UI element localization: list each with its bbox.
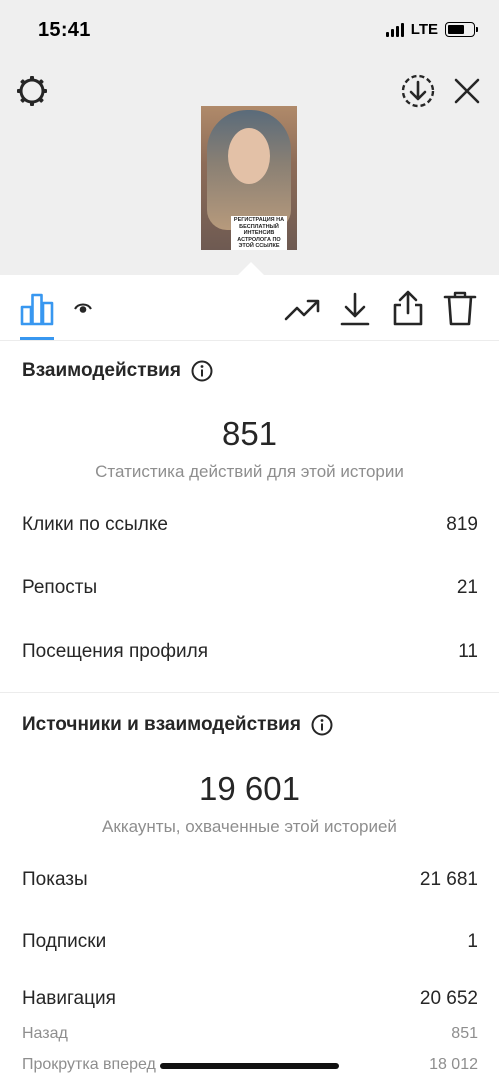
bar-chart-icon[interactable]: [20, 292, 54, 326]
eye-icon[interactable]: [74, 301, 92, 315]
settings-icon[interactable]: [14, 73, 50, 109]
stat-label: Репосты: [22, 577, 98, 598]
share-icon[interactable]: [390, 289, 426, 327]
download-circle-icon[interactable]: [400, 73, 436, 109]
stat-value: 11: [458, 641, 478, 662]
stat-label: Показы: [22, 869, 88, 890]
info-icon[interactable]: [311, 714, 333, 736]
home-indicator[interactable]: [160, 1063, 339, 1069]
trash-icon[interactable]: [442, 289, 478, 327]
discovery-total: 19 601: [199, 770, 300, 807]
stat-value: 819: [446, 514, 478, 535]
stat-row-reposts: Репосты 21: [22, 577, 478, 599]
stat-label: Навигация: [22, 988, 116, 1009]
stat-value: 18 012: [429, 1056, 478, 1073]
interactions-subtitle: Статистика действий для этой истории: [95, 462, 404, 481]
stat-value: 851: [451, 1025, 478, 1042]
stat-row-follows: Подписки 1: [22, 931, 478, 953]
interactions-total: 851: [221, 415, 278, 452]
thumbnail-pointer: [238, 262, 264, 275]
trending-up-icon[interactable]: [284, 294, 320, 324]
stat-label: Посещения профиля: [22, 641, 208, 662]
discovery-header: Источники и взаимодействия: [22, 714, 333, 736]
story-caption: РЕГИСТРАЦИЯ НА БЕСПЛАТНЫЙ ИНТЕНСИВ АСТРО…: [231, 216, 287, 250]
stat-row-link-clicks: Клики по ссылке 819: [22, 514, 478, 536]
section-divider: [0, 692, 499, 693]
stat-value: 1: [467, 931, 478, 952]
stat-value: 20 652: [419, 988, 478, 1009]
battery-icon: [445, 22, 478, 37]
stat-value: 21 681: [419, 869, 478, 890]
close-icon[interactable]: [450, 74, 484, 108]
download-icon[interactable]: [338, 291, 372, 327]
active-tab-indicator: [20, 337, 54, 340]
story-toolbar: [0, 275, 499, 341]
stat-label: Клики по ссылке: [22, 514, 168, 535]
info-icon[interactable]: [191, 360, 213, 382]
story-preview-header: 15:41 LTE РЕГИСТРАЦИЯ НА БЕСПЛАТНЫЙ ИНТЕ…: [0, 0, 499, 275]
network-type: LTE: [410, 21, 438, 38]
story-thumbnail[interactable]: РЕГИСТРАЦИЯ НА БЕСПЛАТНЫЙ ИНТЕНСИВ АСТРО…: [201, 106, 297, 250]
stat-subrow-back: Назад 851: [22, 1025, 478, 1043]
discovery-subtitle: Аккаунты, охваченные этой историей: [102, 817, 397, 836]
stat-label: Подписки: [22, 931, 107, 952]
status-indicators: LTE: [385, 21, 478, 38]
interactions-title: Взаимодействия: [22, 360, 181, 381]
stat-value: 21: [456, 577, 478, 598]
signal-icon: [385, 22, 404, 37]
stat-row-navigation: Навигация 20 652: [22, 988, 478, 1010]
status-time: 15:41: [38, 19, 91, 41]
stat-label: Прокрутка вперед: [22, 1056, 156, 1073]
discovery-title: Источники и взаимодействия: [22, 714, 301, 735]
stat-row-impressions: Показы 21 681: [22, 869, 478, 891]
interactions-header: Взаимодействия: [22, 360, 213, 382]
stat-row-profile-visits: Посещения профиля 11: [22, 641, 478, 663]
stat-label: Назад: [22, 1025, 68, 1042]
